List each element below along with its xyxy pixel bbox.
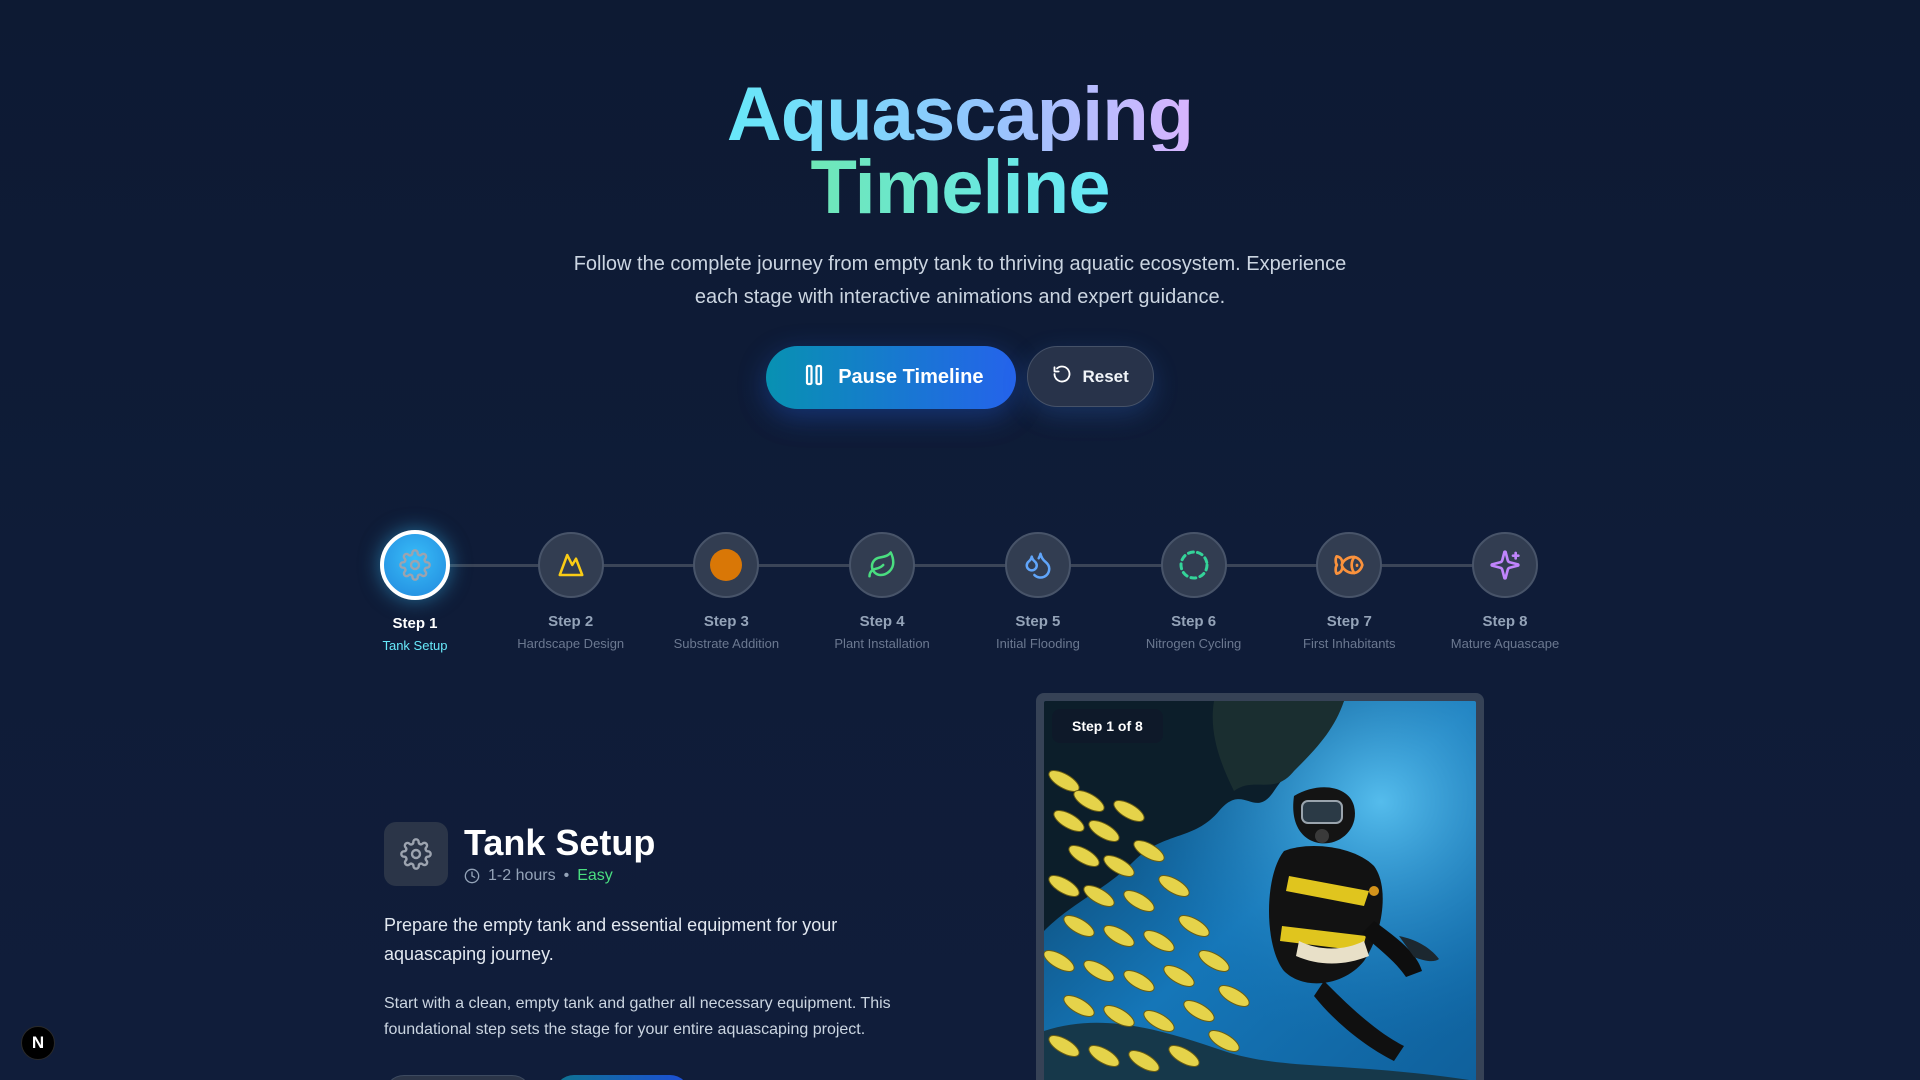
substrate-circle-icon xyxy=(710,549,743,581)
pause-icon xyxy=(804,364,824,392)
fish-icon xyxy=(1334,555,1364,575)
mountain-icon xyxy=(558,553,584,577)
step-4-circle xyxy=(849,532,916,598)
step-detail-panel: Tank Setup 1-2 hours • Easy Prepare the … xyxy=(384,822,944,1080)
step-3-circle xyxy=(693,532,760,598)
title-line-1: Aquascaping xyxy=(726,72,1194,157)
step-7-label: Step 7 xyxy=(1326,613,1372,630)
clock-icon xyxy=(464,868,480,884)
meta-separator: • xyxy=(563,867,570,884)
step-3-name: Substrate Addition xyxy=(673,636,780,651)
step-5-name: Initial Flooding xyxy=(995,636,1080,651)
timeline-step-8[interactable]: Step 8 Mature Aquascape xyxy=(1435,530,1575,651)
detail-meta: 1-2 hours • Easy xyxy=(464,867,655,885)
step-8-label: Step 8 xyxy=(1482,613,1528,630)
step-4-name: Plant Installation xyxy=(834,636,930,651)
hero-subtitle: Follow the complete journey from empty t… xyxy=(573,253,1347,308)
reset-button[interactable]: Reset xyxy=(1027,346,1154,407)
step-image: Step 1 of 8 xyxy=(1044,701,1476,1080)
underwater-diver-image xyxy=(1044,701,1476,1080)
timeline-step-7[interactable]: Step 7 First Inhabitants xyxy=(1279,530,1419,651)
timeline-step-3[interactable]: Step 3 Substrate Addition xyxy=(656,530,796,651)
step-2-label: Step 2 xyxy=(548,613,594,630)
pause-timeline-button[interactable]: Pause Timeline xyxy=(766,346,1017,409)
step-8-name: Mature Aquascape xyxy=(1450,636,1560,651)
cycle-dashed-circle-icon xyxy=(1179,550,1209,580)
step-1-label: Step 1 xyxy=(392,615,438,632)
hero-actions: Pause Timeline Reset xyxy=(0,346,1920,409)
step-4-label: Step 4 xyxy=(859,613,905,630)
detail-primary-action[interactable] xyxy=(554,1075,690,1080)
detail-title: Tank Setup xyxy=(464,822,656,863)
page: Aquascaping Timeline Follow the complete… xyxy=(0,0,1920,1080)
corner-n-button[interactable]: N xyxy=(21,1026,55,1060)
timeline-step-4[interactable]: Step 4 Plant Installation xyxy=(812,530,952,651)
timeline-step-6[interactable]: Step 6 Nitrogen Cycling xyxy=(1124,530,1264,651)
sparkles-icon xyxy=(1490,550,1520,580)
detail-header: Tank Setup 1-2 hours • Easy xyxy=(384,822,944,886)
timeline-step-1[interactable]: Step 1 Tank Setup xyxy=(345,530,485,653)
droplets-icon xyxy=(1025,552,1051,579)
gear-icon xyxy=(399,549,431,581)
step-5-circle xyxy=(1004,532,1071,598)
detail-body-text: Start with a clean, empty tank and gathe… xyxy=(384,995,891,1038)
step-6-label: Step 6 xyxy=(1171,613,1217,630)
step-2-name: Hardscape Design xyxy=(517,636,625,651)
step-6-circle xyxy=(1160,532,1227,598)
detail-actions-row xyxy=(384,1075,944,1080)
detail-icon-box xyxy=(384,822,448,886)
step-1-circle xyxy=(380,530,450,600)
gear-icon xyxy=(400,838,432,870)
detail-secondary-action[interactable] xyxy=(384,1075,532,1080)
step-progress-badge: Step 1 of 8 xyxy=(1052,709,1163,743)
step-7-circle xyxy=(1316,532,1383,598)
reset-icon xyxy=(1052,364,1072,389)
step-7-name: First Inhabitants xyxy=(1303,636,1396,651)
page-title: Aquascaping Timeline xyxy=(0,72,1920,230)
timeline-step-2[interactable]: Step 2 Hardscape Design xyxy=(501,530,641,651)
detail-title-group: Tank Setup 1-2 hours • Easy xyxy=(464,823,655,885)
difficulty-badge: Easy xyxy=(577,867,613,884)
step-5-label: Step 5 xyxy=(1015,613,1061,630)
timeline-stepper: Step 1 Tank Setup Step 2 Hardscape Desig… xyxy=(380,530,1559,660)
duration-text: 1-2 hours xyxy=(488,867,556,884)
step-6-name: Nitrogen Cycling xyxy=(1145,636,1242,651)
leaf-icon xyxy=(868,551,895,578)
step-8-circle xyxy=(1472,532,1538,598)
pause-timeline-label: Pause Timeline xyxy=(838,366,984,388)
step-2-circle xyxy=(537,532,604,598)
step-1-name: Tank Setup xyxy=(382,638,448,653)
hero-section: Aquascaping Timeline Follow the complete… xyxy=(0,72,1920,409)
reset-label: Reset xyxy=(1082,366,1129,386)
step-3-label: Step 3 xyxy=(703,613,749,630)
detail-lead-text: Prepare the empty tank and essential equ… xyxy=(384,915,838,964)
timeline-step-5[interactable]: Step 5 Initial Flooding xyxy=(968,530,1108,651)
step-media-frame: Step 1 of 8 xyxy=(1036,693,1484,1080)
title-line-2: Timeline xyxy=(810,145,1111,230)
